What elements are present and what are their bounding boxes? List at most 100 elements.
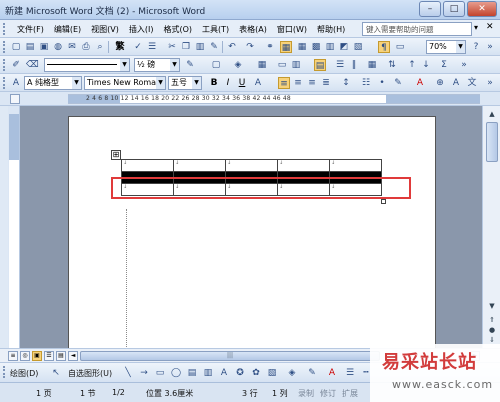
menu-help[interactable]: 帮助(H) <box>312 22 350 37</box>
highlight-icon[interactable]: ✎ <box>392 77 404 89</box>
tab-selector[interactable] <box>10 94 20 104</box>
align-right-icon[interactable]: ≡ <box>306 77 318 89</box>
horizontal-ruler[interactable]: 2 4 6 8 10 12 14 16 18 20 22 26 28 30 32… <box>0 92 500 106</box>
menu-format[interactable]: 格式(O) <box>158 22 197 37</box>
style-select[interactable]: A 纯格型 ▼ <box>24 76 82 90</box>
paste-icon[interactable]: ▥ <box>194 41 206 53</box>
picture-icon[interactable]: ▧ <box>266 367 278 379</box>
text-direction-icon[interactable]: ⇅ <box>386 59 398 71</box>
phonetic-guide-icon[interactable]: 文 <box>466 77 478 89</box>
enclose-char-icon[interactable]: ⊕ <box>434 77 446 89</box>
line-spacing-icon[interactable]: ↕ <box>340 77 352 89</box>
numbering-icon[interactable]: ☷ <box>360 77 372 89</box>
toolbar-grip[interactable] <box>3 41 6 53</box>
toolbar-options-icon[interactable]: » <box>484 77 496 89</box>
vertical-textbox-icon[interactable]: ▥ <box>202 367 214 379</box>
toolbar-options-icon[interactable]: » <box>484 41 496 53</box>
zoom-select[interactable]: 70% ▼ <box>426 40 466 54</box>
scroll-up-icon[interactable]: ▲ <box>485 108 499 120</box>
outline-view-icon[interactable]: ☰ <box>44 351 54 361</box>
eraser-icon[interactable]: ⌫ <box>26 59 39 71</box>
char-border-icon[interactable]: A <box>252 77 264 89</box>
select-objects-icon[interactable]: ↖ <box>50 367 62 379</box>
document-map-icon[interactable]: ▧ <box>352 41 364 53</box>
drawing-icon[interactable]: ◩ <box>338 41 350 53</box>
font-color-icon[interactable]: A <box>326 367 338 379</box>
table-cell[interactable]: ↓ <box>225 159 278 172</box>
outside-border-icon[interactable]: ▢ <box>210 59 222 71</box>
columns-icon[interactable]: ▥ <box>324 41 336 53</box>
char-shading-icon[interactable]: A <box>450 77 462 89</box>
scroll-left-icon[interactable]: ◄ <box>68 351 78 361</box>
toolbar-options-icon[interactable]: » <box>458 59 470 71</box>
open-icon[interactable]: ▤ <box>24 41 36 53</box>
fill-color-icon[interactable]: ◈ <box>286 367 298 379</box>
reading-view-icon[interactable]: ▤ <box>56 351 66 361</box>
status-extend[interactable]: 扩展 <box>342 388 358 399</box>
undo-icon[interactable]: ↶ <box>226 41 238 53</box>
autoformat-icon[interactable]: ▦ <box>366 59 378 71</box>
merge-cells-icon[interactable]: ▭ <box>276 59 288 71</box>
vertical-scrollbar[interactable]: ▲ ▼ ⇑ ● ⇓ <box>482 106 500 348</box>
autoshapes-button[interactable]: 自选图形(U) <box>68 368 112 379</box>
status-track-changes[interactable]: 修订 <box>320 388 336 399</box>
clipart-icon[interactable]: ✿ <box>250 367 262 379</box>
vertical-ruler[interactable] <box>8 106 20 348</box>
shading-color-icon[interactable]: ◈ <box>232 59 244 71</box>
align-center-icon[interactable]: ≡ <box>292 77 304 89</box>
sort-ascending-icon[interactable]: ↑ <box>406 59 418 71</box>
horizontal-scroll-thumb[interactable]: ||| <box>80 351 380 361</box>
status-record[interactable]: 录制 <box>298 388 314 399</box>
bold-button[interactable]: B <box>208 77 220 89</box>
draw-menu-button[interactable]: 绘图(D) <box>10 368 38 379</box>
table-cell[interactable]: ↓ <box>329 159 382 172</box>
show-hide-icon[interactable]: ¶ <box>378 41 390 53</box>
font-color-icon[interactable]: A <box>414 77 426 89</box>
draw-table-icon[interactable]: ✐ <box>10 59 22 71</box>
vertical-scroll-thumb[interactable] <box>486 122 498 162</box>
menu-edit[interactable]: 编辑(E) <box>49 22 86 37</box>
align-icon[interactable]: ▤ <box>314 59 326 71</box>
table-move-handle-icon[interactable]: ⊞ <box>111 150 121 160</box>
distribute-rows-icon[interactable]: ☰ <box>334 59 346 71</box>
distribute-columns-icon[interactable]: ‖ <box>348 59 360 71</box>
arrow-tool-icon[interactable]: → <box>138 367 150 379</box>
permission-icon[interactable]: ◍ <box>52 41 64 53</box>
research-icon[interactable]: ☰ <box>146 41 158 53</box>
close-button[interactable]: ✕ <box>467 1 497 17</box>
underline-button[interactable]: U <box>236 77 248 89</box>
border-color-icon[interactable]: ✎ <box>184 59 196 71</box>
print-icon[interactable]: ⎙ <box>80 41 92 53</box>
save-icon[interactable]: ▣ <box>38 41 50 53</box>
document-close-icon[interactable]: ✕ <box>486 22 494 32</box>
table-cell[interactable]: ↓ <box>121 159 174 172</box>
toolbar-grip[interactable] <box>3 59 6 71</box>
menu-view[interactable]: 视图(V) <box>86 22 124 37</box>
email-icon[interactable]: ✉ <box>66 41 78 53</box>
toolbar-grip[interactable] <box>3 366 6 378</box>
insert-excel-icon[interactable]: ▩ <box>310 41 322 53</box>
styles-pane-icon[interactable]: A <box>10 77 22 89</box>
textbox-icon[interactable]: ▤ <box>186 367 198 379</box>
tables-borders-icon[interactable]: ▦ <box>280 41 292 53</box>
menu-file[interactable]: 文件(F) <box>12 22 49 37</box>
insert-table-icon[interactable]: ▦ <box>256 59 268 71</box>
format-painter-icon[interactable]: ✎ <box>208 41 220 53</box>
line-tool-icon[interactable]: ╲ <box>122 367 134 379</box>
italic-button[interactable]: I <box>222 77 234 89</box>
sort-descending-icon[interactable]: ↓ <box>420 59 432 71</box>
reading-icon[interactable]: ▭ <box>394 41 406 53</box>
diagram-icon[interactable]: ✪ <box>234 367 246 379</box>
font-size-select[interactable]: 五号 ▼ <box>168 76 202 90</box>
help-icon[interactable]: ? <box>470 41 482 53</box>
menu-tools[interactable]: 工具(T) <box>197 22 234 37</box>
line-weight-select[interactable]: ½ 磅 ▼ <box>134 58 180 72</box>
scroll-down-icon[interactable]: ▼ <box>485 300 499 312</box>
font-select[interactable]: Times New Roman ▼ <box>84 76 166 90</box>
table-cell[interactable]: ↓ <box>277 159 330 172</box>
toolbar-grip[interactable] <box>3 77 6 89</box>
oval-tool-icon[interactable]: ◯ <box>170 367 182 379</box>
print-preview-icon[interactable]: ⌕ <box>94 41 106 53</box>
line-style-icon[interactable]: ☰ <box>344 367 356 379</box>
redo-icon[interactable]: ↷ <box>244 41 256 53</box>
